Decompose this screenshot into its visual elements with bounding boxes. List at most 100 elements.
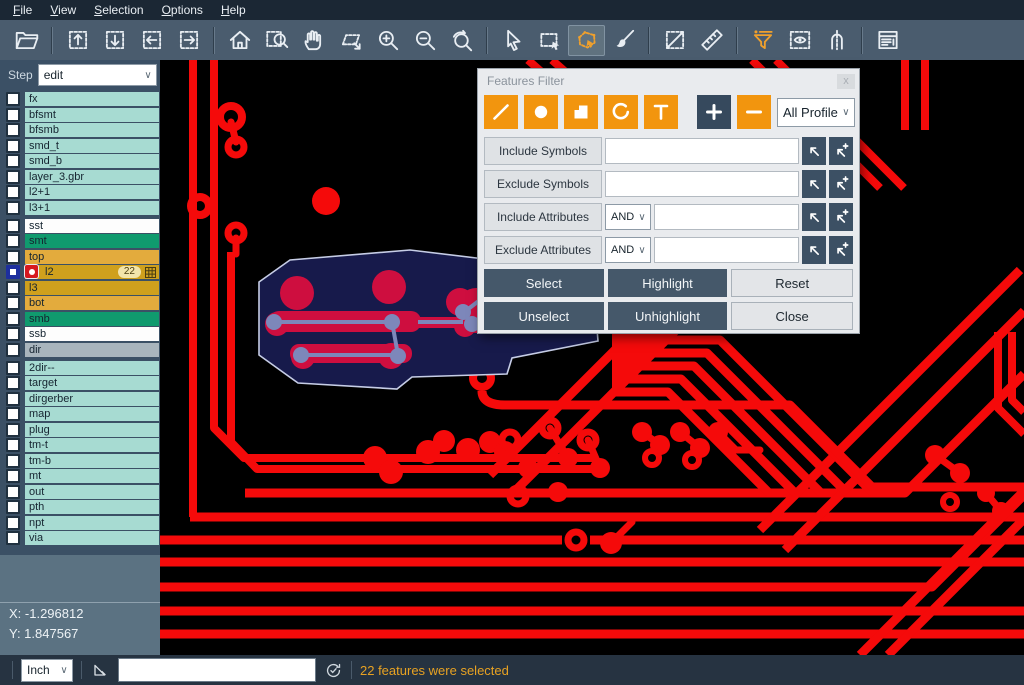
layer-label[interactable]: dirgerber: [25, 392, 159, 406]
layer-label[interactable]: tm-t: [25, 438, 159, 452]
layer-checkbox[interactable]: [6, 219, 20, 233]
layer-row-sst[interactable]: sst: [0, 219, 160, 233]
step-dropdown[interactable]: edit ∨: [38, 64, 157, 86]
layer-label[interactable]: via: [25, 531, 159, 545]
layer-checkbox[interactable]: [6, 438, 20, 452]
layer-checkbox[interactable]: [6, 250, 20, 264]
layer-label[interactable]: smt: [25, 234, 159, 248]
layer-label[interactable]: bfsmt: [25, 108, 159, 122]
zoom-object-button[interactable]: [332, 25, 369, 56]
layer-row-out[interactable]: out: [0, 485, 160, 499]
include-attributes-operator-dropdown[interactable]: AND∨: [605, 204, 651, 230]
pick-add-button[interactable]: [829, 137, 853, 165]
layer-checkbox[interactable]: [6, 423, 20, 437]
layer-row-dirgerber[interactable]: dirgerber: [0, 392, 160, 406]
layer-row-pth[interactable]: pth: [0, 500, 160, 514]
layer-label[interactable]: l3+1: [25, 201, 159, 215]
layer-row-l2+1[interactable]: l2+1: [0, 185, 160, 199]
layer-label[interactable]: top: [25, 250, 159, 264]
layer-row-l3[interactable]: l3: [0, 281, 160, 295]
report-button[interactable]: [869, 25, 906, 56]
layer-row-target[interactable]: target: [0, 376, 160, 390]
layer-label[interactable]: npt: [25, 516, 159, 530]
layer-row-mt[interactable]: mt: [0, 469, 160, 483]
add-filter-button[interactable]: [697, 95, 731, 129]
layer-checkbox[interactable]: [6, 376, 20, 390]
layer-row-layer_3.gbr[interactable]: layer_3.gbr: [0, 170, 160, 184]
layer-checkbox[interactable]: [6, 170, 20, 184]
layer-label[interactable]: layer_3.gbr: [25, 170, 159, 184]
layer-label[interactable]: smd_b: [25, 154, 159, 168]
layer-label[interactable]: target: [25, 376, 159, 390]
include-attributes-input[interactable]: [654, 204, 799, 230]
layer-label[interactable]: fx: [25, 92, 159, 106]
unselect-button[interactable]: Unselect: [484, 302, 604, 330]
layer-label[interactable]: tm-b: [25, 454, 159, 468]
layer-checkbox[interactable]: [6, 108, 20, 122]
layer-row-smt[interactable]: smt: [0, 234, 160, 248]
select-cursor-button[interactable]: [494, 25, 531, 56]
layer-label[interactable]: mt: [25, 469, 159, 483]
layer-row-npt[interactable]: npt: [0, 516, 160, 530]
layer-row-map[interactable]: map: [0, 407, 160, 421]
layer-checkbox[interactable]: [6, 312, 20, 326]
units-dropdown[interactable]: Inch ∨: [21, 659, 73, 682]
layer-row-bfsmt[interactable]: bfsmt: [0, 108, 160, 122]
layer-checkbox[interactable]: [6, 361, 20, 375]
exclude-symbols-input[interactable]: [605, 171, 799, 197]
pick-button[interactable]: [802, 137, 826, 165]
zoom-previous-button[interactable]: [443, 25, 480, 56]
layer-label[interactable]: smd_t: [25, 139, 159, 153]
ruler-button[interactable]: [693, 25, 730, 56]
pan-up-button[interactable]: [59, 25, 96, 56]
pick-add-button[interactable]: [829, 170, 853, 198]
pick-add-button[interactable]: [829, 236, 853, 264]
line-tool-button[interactable]: [484, 95, 518, 129]
open-folder-button[interactable]: [8, 25, 45, 56]
layer-checkbox[interactable]: [6, 92, 20, 106]
pan-right-button[interactable]: [170, 25, 207, 56]
measure-corner-icon[interactable]: [90, 660, 110, 680]
unhighlight-button[interactable]: Unhighlight: [608, 302, 728, 330]
include-symbols-button[interactable]: Include Symbols: [484, 137, 602, 165]
exclude-attributes-button[interactable]: Exclude Attributes: [484, 236, 602, 264]
layer-checkbox[interactable]: [6, 392, 20, 406]
menu-item-view[interactable]: View: [41, 1, 85, 19]
command-input[interactable]: [118, 658, 316, 682]
close-icon[interactable]: x: [837, 74, 855, 89]
layer-label[interactable]: sst: [25, 219, 159, 233]
layer-row-tm-b[interactable]: tm-b: [0, 454, 160, 468]
menu-item-help[interactable]: Help: [212, 1, 255, 19]
pick-add-button[interactable]: [829, 203, 853, 231]
layer-checkbox[interactable]: [6, 139, 20, 153]
layer-row-top[interactable]: top: [0, 250, 160, 264]
layer-label[interactable]: plug: [25, 423, 159, 437]
pan-left-button[interactable]: [133, 25, 170, 56]
text-tool-button[interactable]: [644, 95, 678, 129]
layer-row-via[interactable]: via: [0, 531, 160, 545]
dialog-title-bar[interactable]: Features Filter x: [478, 69, 859, 93]
layer-checkbox[interactable]: [6, 454, 20, 468]
layer-label[interactable]: bfsmb: [25, 123, 159, 137]
menu-item-selection[interactable]: Selection: [85, 1, 152, 19]
remove-filter-button[interactable]: [737, 95, 771, 129]
layer-row-dir[interactable]: dir: [0, 343, 160, 357]
layer-checkbox[interactable]: [6, 281, 20, 295]
layer-row-fx[interactable]: fx: [0, 92, 160, 106]
select-rectangle-button[interactable]: [531, 25, 568, 56]
pick-button[interactable]: [802, 170, 826, 198]
layer-checkbox[interactable]: [6, 154, 20, 168]
layer-checkbox[interactable]: [6, 500, 20, 514]
arc-tool-button[interactable]: [604, 95, 638, 129]
layer-checkbox[interactable]: [6, 516, 20, 530]
layer-label[interactable]: ssb: [25, 327, 159, 341]
layer-label[interactable]: map: [25, 407, 159, 421]
snap-button[interactable]: [818, 25, 855, 56]
menu-item-options[interactable]: Options: [153, 1, 212, 19]
layer-row-smd_t[interactable]: smd_t: [0, 139, 160, 153]
layer-row-bfsmb[interactable]: bfsmb: [0, 123, 160, 137]
select-polygon-button[interactable]: [568, 25, 605, 56]
layer-row-smb[interactable]: smb: [0, 312, 160, 326]
pan-hand-button[interactable]: [295, 25, 332, 56]
measure-button[interactable]: [656, 25, 693, 56]
